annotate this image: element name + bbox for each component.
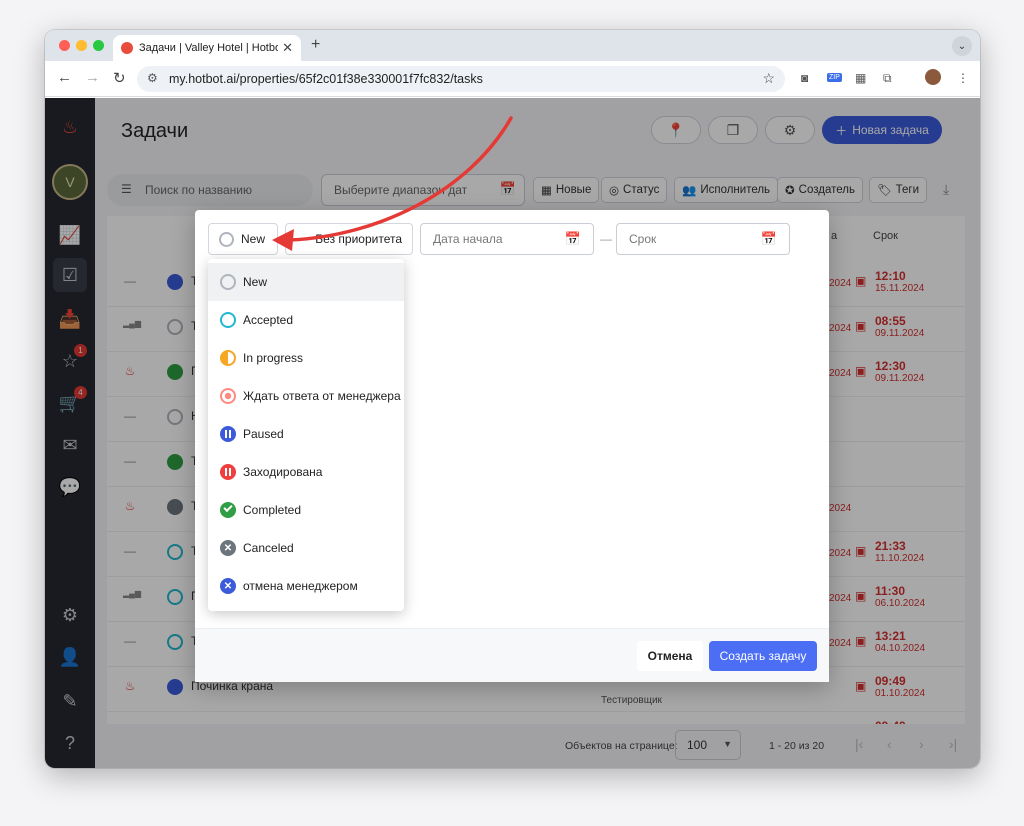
- status-option-acc[interactable]: Accepted: [208, 301, 404, 339]
- bookmark-star-icon[interactable]: ☆: [762, 70, 775, 87]
- start-date-input[interactable]: Дата начала 📅: [420, 223, 594, 255]
- start-date-placeholder: Дата начала: [433, 232, 503, 246]
- status-dropdown-menu: New Accepted In progress Ждать ответа от ме…: [208, 259, 404, 611]
- camera-extension-icon[interactable]: ◙: [801, 71, 808, 85]
- status-option-prog[interactable]: In progress: [208, 339, 404, 377]
- maximize-window-button[interactable]: [93, 40, 104, 51]
- modal-footer: Отмена Создать задачу: [195, 628, 829, 682]
- app: ♨ V 📈 ☑ 📥 ☆ 1 🛒 4 ✉ 💬 ⚙ 👤 ✎ ? Задачи 📍 ❐ ⚙…: [45, 98, 980, 768]
- status-wait-icon: [220, 388, 236, 404]
- reload-icon[interactable]: ↻: [113, 69, 126, 87]
- status-select[interactable]: New: [208, 223, 278, 255]
- minimize-window-button[interactable]: [76, 40, 87, 51]
- qr-extension-icon[interactable]: ▦: [855, 71, 866, 85]
- profile-avatar-icon[interactable]: [925, 69, 941, 85]
- status-option-label: New: [243, 275, 268, 289]
- url-text: my.hotbot.ai/properties/65f2c01f38e33000…: [169, 72, 483, 86]
- status-option-done[interactable]: Completed: [208, 491, 404, 529]
- chrome-menu-icon[interactable]: ⋮: [957, 71, 969, 85]
- status-option-wait[interactable]: Ждать ответа от менеджера: [208, 377, 404, 415]
- status-option-label: Заходирована: [243, 465, 323, 479]
- date-separator: —: [600, 232, 612, 246]
- close-window-button[interactable]: [59, 40, 70, 51]
- status-done-icon: [220, 502, 236, 518]
- priority-select[interactable]: Без приоритета: [285, 223, 413, 255]
- status-option-hold[interactable]: Заходирована: [208, 453, 404, 491]
- browser-window: Задачи | Valley Hotel | Hotbot ✕ + ⌄ ← →…: [45, 30, 980, 768]
- check-icon: [223, 502, 233, 513]
- calendar-icon: 📅: [760, 231, 777, 246]
- calendar-icon: 📅: [564, 231, 581, 246]
- status-option-new[interactable]: New: [208, 263, 404, 301]
- status-option-canc[interactable]: ✕ Canceled: [208, 529, 404, 567]
- tab-bar: Задачи | Valley Hotel | Hotbot ✕ + ⌄: [45, 30, 980, 61]
- zip-extension-icon[interactable]: ZIP: [827, 73, 842, 82]
- status-new-icon: [219, 231, 234, 247]
- status-new-icon: [220, 274, 236, 290]
- forward-icon[interactable]: →: [85, 69, 100, 86]
- status-option-mgr[interactable]: ✕ отмена менеджером: [208, 567, 404, 605]
- tab-title: Задачи | Valley Hotel | Hotbot: [139, 42, 279, 54]
- status-option-label: In progress: [243, 351, 304, 365]
- status-pause-icon: [220, 426, 236, 442]
- site-info-icon[interactable]: ⚙: [147, 71, 158, 85]
- address-bar: ← → ↻ ⚙ my.hotbot.ai/properties/65f2c01f…: [45, 61, 980, 97]
- status-option-label: Accepted: [243, 313, 294, 327]
- create-task-button[interactable]: Создать задачу: [709, 641, 817, 671]
- puzzle-extensions-icon[interactable]: ⧉: [883, 71, 892, 86]
- browser-tab[interactable]: Задачи | Valley Hotel | Hotbot ✕: [113, 35, 301, 61]
- status-canc-icon: ✕: [220, 540, 236, 556]
- x-icon: ✕: [223, 580, 233, 592]
- priority-value: Без приоритета: [315, 232, 402, 246]
- status-value: New: [241, 232, 266, 246]
- status-option-label: Canceled: [243, 541, 294, 555]
- status-option-pause[interactable]: Paused: [208, 415, 404, 453]
- close-tab-icon[interactable]: ✕: [282, 40, 293, 56]
- status-option-label: отмена менеджером: [243, 579, 358, 593]
- new-tab-icon[interactable]: +: [311, 36, 320, 54]
- status-hold-icon: [220, 464, 236, 480]
- x-icon: ✕: [223, 542, 233, 554]
- pause-bars-icon: [225, 430, 231, 438]
- url-input[interactable]: ⚙ my.hotbot.ai/properties/65f2c01f38e330…: [137, 66, 785, 92]
- create-task-modal: New Без приоритета Дата начала 📅 — Срок …: [195, 210, 829, 682]
- pause-bars-icon: [225, 468, 231, 476]
- status-option-label: Completed: [243, 503, 302, 517]
- due-date-placeholder: Срок: [629, 232, 657, 246]
- status-option-label: Ждать ответа от менеджера: [243, 389, 401, 403]
- status-prog-icon: [220, 350, 236, 366]
- tab-search-icon[interactable]: ⌄: [952, 36, 972, 56]
- status-mgr-icon: ✕: [220, 578, 236, 594]
- due-date-input[interactable]: Срок 📅: [616, 223, 790, 255]
- cancel-button[interactable]: Отмена: [637, 641, 703, 671]
- status-acc-icon: [220, 312, 236, 328]
- status-option-label: Paused: [243, 427, 284, 441]
- back-icon[interactable]: ←: [57, 69, 72, 86]
- hotbot-favicon-icon: [121, 42, 133, 54]
